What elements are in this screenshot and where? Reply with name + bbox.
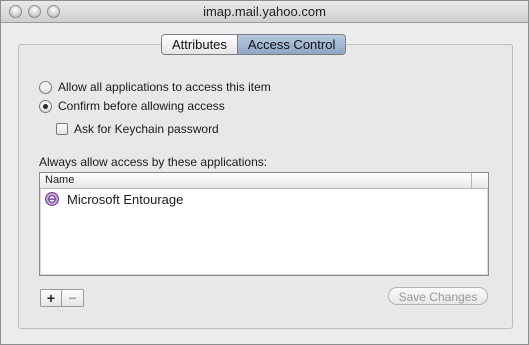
applications-section-label: Always allow access by these application…: [39, 155, 268, 169]
ask-keychain-option[interactable]: Ask for Keychain password: [56, 122, 219, 136]
tab-bar: Attributes Access Control: [161, 34, 347, 55]
entourage-icon: [45, 192, 59, 206]
allow-all-option[interactable]: Allow all applications to access this it…: [39, 80, 271, 94]
allow-all-radio[interactable]: [39, 80, 52, 94]
name-column-header[interactable]: Name: [40, 173, 472, 188]
titlebar: imap.mail.yahoo.com: [1, 1, 528, 23]
app-name: Microsoft Entourage: [67, 191, 184, 207]
window: imap.mail.yahoo.com Attributes Access Co…: [0, 0, 529, 345]
remove-button[interactable]: −: [62, 290, 83, 306]
ask-keychain-checkbox[interactable]: [56, 123, 68, 135]
add-button[interactable]: +: [41, 290, 62, 306]
save-changes-button[interactable]: Save Changes: [388, 287, 488, 305]
tab-access-control[interactable]: Access Control: [237, 35, 346, 54]
window-title: imap.mail.yahoo.com: [203, 4, 326, 19]
table-header: Name: [40, 173, 488, 189]
add-remove-controls: + −: [40, 289, 84, 307]
table-row[interactable]: Microsoft Entourage: [40, 189, 488, 209]
ask-keychain-label: Ask for Keychain password: [74, 122, 219, 136]
confirm-option[interactable]: Confirm before allowing access: [39, 99, 225, 113]
confirm-radio[interactable]: [39, 99, 52, 113]
applications-table[interactable]: Name Microsoft Entourage: [39, 172, 489, 276]
confirm-label: Confirm before allowing access: [58, 99, 225, 113]
tab-attributes[interactable]: Attributes: [162, 35, 238, 54]
header-spacer: [472, 173, 488, 188]
allow-all-label: Allow all applications to access this it…: [58, 80, 271, 94]
